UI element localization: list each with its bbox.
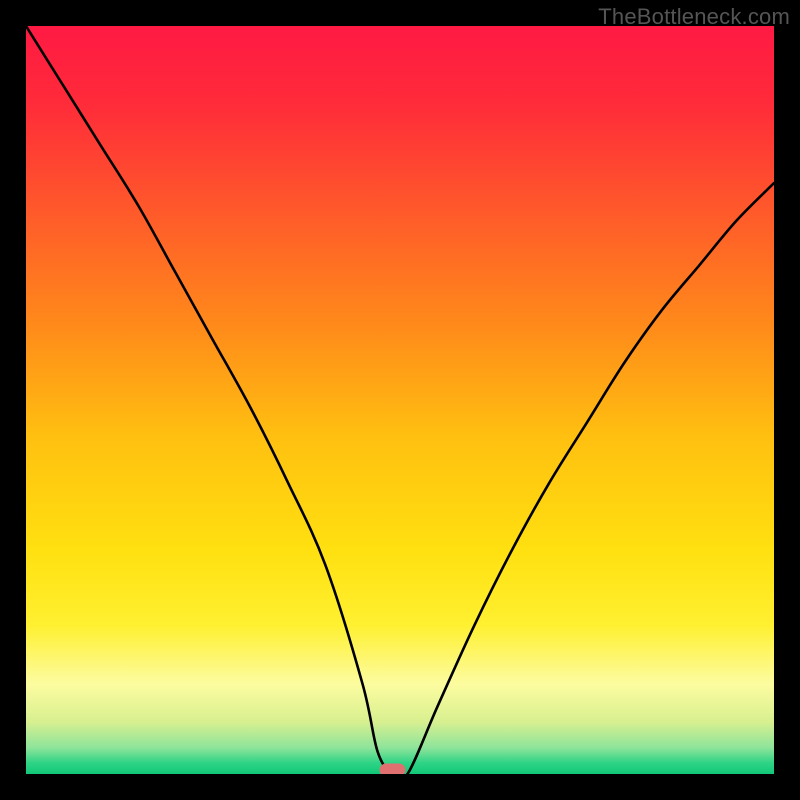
optimal-point-marker bbox=[380, 764, 406, 775]
watermark-text: TheBottleneck.com bbox=[598, 4, 790, 30]
chart-container: TheBottleneck.com bbox=[0, 0, 800, 800]
plot-area bbox=[26, 26, 774, 774]
bottleneck-curve bbox=[26, 26, 774, 774]
